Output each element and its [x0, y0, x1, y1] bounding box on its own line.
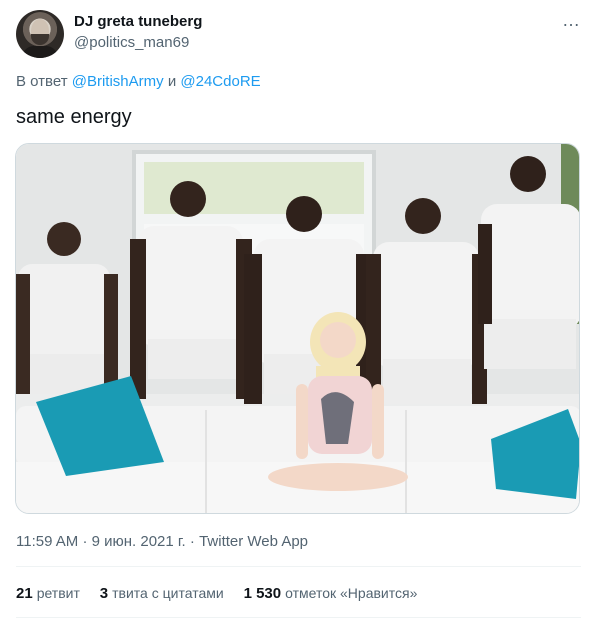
- author-display-name[interactable]: DJ greta tuneberg: [74, 13, 202, 30]
- retweets-label: ретвит: [36, 585, 80, 601]
- quotes-stat[interactable]: 3 твита с цитатами: [99, 585, 228, 602]
- tweet-time[interactable]: 11:59 AM: [16, 533, 78, 550]
- tweet-stats: 21 ретвит 3 твита с цитатами 1 530 отметок …: [16, 585, 433, 602]
- reply-mention-24cdore[interactable]: @24CdoRE: [180, 73, 260, 90]
- quotes-count: 3: [99, 585, 109, 602]
- avatar[interactable]: [16, 10, 64, 58]
- tweet-text: same energy: [16, 106, 132, 128]
- more-options-icon[interactable]: …: [562, 10, 581, 31]
- retweets-count: 21: [16, 585, 33, 602]
- meta-separator: ·: [189, 533, 195, 550]
- retweets-stat[interactable]: 21 ретвит: [16, 585, 84, 602]
- reply-prefix: В ответ: [16, 73, 68, 90]
- tweet-source[interactable]: Twitter Web App: [199, 533, 308, 550]
- likes-label: отметок «Нравится»: [285, 585, 418, 601]
- tweet-header: DJ greta tuneberg @politics_man69 …: [16, 10, 581, 58]
- reply-conjunction: и: [167, 73, 177, 90]
- likes-count: 1 530: [243, 585, 282, 602]
- likes-stat[interactable]: 1 530 отметок «Нравится»: [243, 585, 418, 602]
- reply-context: В ответ @BritishArmy и @24CdoRE: [16, 73, 261, 90]
- meta-separator: ·: [82, 533, 88, 550]
- divider: [16, 617, 581, 618]
- author-handle[interactable]: @politics_man69: [74, 34, 189, 51]
- photo-illustration: [16, 144, 579, 513]
- quotes-label: твита с цитатами: [112, 585, 224, 601]
- tweet-metadata: 11:59 AM · 9 июн. 2021 г. · Twitter Web …: [16, 533, 308, 550]
- tweet-date[interactable]: 9 июн. 2021 г.: [92, 533, 186, 550]
- divider: [16, 566, 581, 567]
- reply-mention-british-army[interactable]: @BritishArmy: [72, 73, 164, 90]
- tweet-media-image[interactable]: [15, 143, 580, 514]
